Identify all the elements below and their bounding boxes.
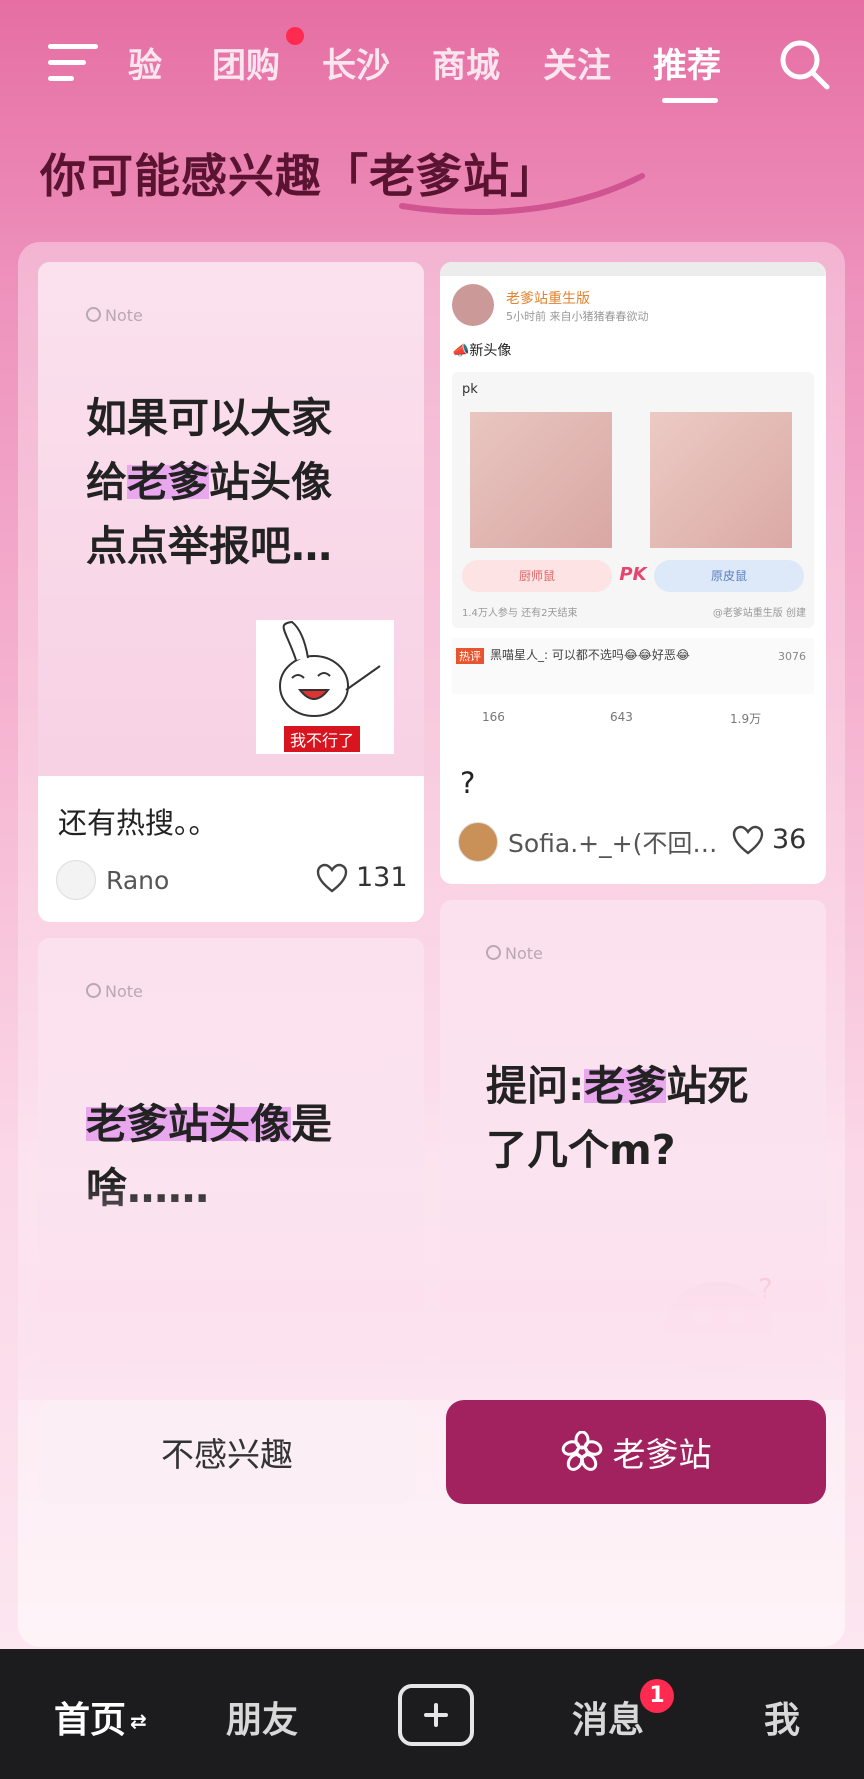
highlight-text: 老爹 [127,458,209,506]
like-button[interactable]: 131 [316,862,408,893]
heart-icon [316,863,348,893]
create-post-button[interactable] [398,1684,474,1746]
tab-partial[interactable]: 验 [128,38,162,87]
like-count: 131 [356,862,408,893]
vote-image-left [470,412,612,548]
topic-label: 老爹站 [612,1435,712,1474]
author-name: Rano [106,865,170,895]
nav-home[interactable]: 首页 ⇄ [54,1691,147,1743]
bottom-nav: 首页 ⇄ 朋友 消息 1 我 [0,1649,864,1779]
card-title: 还有热搜。。 [58,806,218,840]
nav-messages[interactable]: 消息 [572,1691,644,1743]
message-badge: 1 [640,1679,674,1713]
heart-icon [732,825,764,855]
like-button[interactable]: 36 [732,824,806,855]
search-icon[interactable] [776,36,832,92]
pk-label: PK [619,564,647,585]
author-row[interactable]: Sofia.+_+(不回… [458,822,717,862]
active-tab-indicator [662,98,718,103]
vote-image-right [650,412,792,548]
avatar [452,284,494,326]
vote-option-right: 原皮鼠 [654,560,804,592]
hot-comment-text: 黑喵星人_: 可以都不选吗😂😂好恶😂 [490,648,690,662]
sticker-image: 我不行了 [256,620,394,754]
card-title: ? [460,766,476,800]
weibo-like-count: 1.9万 [730,712,762,726]
highlight-text: 老爹站头像 [86,1100,291,1148]
weibo-screenshot: 老爹站重生版 5小时前 来自小猪猪春春欲动 📣新头像 pk 厨师鼠 PK 原皮鼠… [440,262,826,742]
switch-arrows-icon: ⇄ [130,1709,147,1733]
flower-icon [561,1431,602,1471]
heading-underline-decoration [399,173,645,216]
hot-tag: 热评 [456,648,484,664]
tab-recommend[interactable]: 推荐 [653,38,721,87]
note-card[interactable]: Note 如果可以大家 给老爹站头像 点点举报吧… 我不行了 还有热搜。。 Ra… [38,262,424,922]
tab-following[interactable]: 关注 [543,38,611,87]
note-card[interactable]: 老爹站重生版 5小时前 来自小猪猪春春欲动 📣新头像 pk 厨师鼠 PK 原皮鼠… [440,262,826,884]
tab-changsha[interactable]: 长沙 [322,38,390,87]
vote-creator: @老爹站重生版 创建 [712,608,806,619]
note-text: 提问:老爹站死 了几个m? [486,1062,749,1174]
nav-me[interactable]: 我 [764,1691,800,1743]
note-cover: Note 如果可以大家 给老爹站头像 点点举报吧… 我不行了 [38,262,424,776]
topic-button[interactable]: 老爹站 [446,1400,826,1504]
post-text: 📣新头像 [452,343,512,359]
comment-count: 643 [610,710,633,724]
not-interested-button[interactable]: 不感兴趣 [38,1400,416,1504]
laughing-bunny-icon [279,620,381,717]
avatar[interactable] [458,822,498,862]
tab-group-buy[interactable]: 团购 [212,38,280,87]
note-tag: Note [86,306,143,325]
vote-label: pk [462,382,478,397]
post-meta: 5小时前 来自小猪猪春春欲动 [506,310,649,323]
vote-box: pk 厨师鼠 PK 原皮鼠 1.4万人参与 还有2天结束 @老爹站重生版 创建 [452,372,814,628]
top-nav: 验 团购 长沙 商城 关注 推荐 [0,0,864,120]
nav-friends[interactable]: 朋友 [226,1691,298,1743]
hot-comment: 热评 黑喵星人_: 可以都不选吗😂😂好恶😂 3076 [452,638,814,694]
repost-count: 166 [482,710,505,724]
vote-stats: 1.4万人参与 还有2天结束 [462,608,578,619]
note-tag: Note [86,982,143,1001]
like-count: 36 [772,824,807,855]
sticker-caption: 我不行了 [284,726,361,752]
fade-overlay [18,1180,845,1400]
menu-icon[interactable] [48,42,100,82]
hot-comment-likes: 3076 [778,650,806,663]
vote-option-left: 厨师鼠 [462,560,612,592]
avatar[interactable] [56,860,96,900]
notification-dot [286,27,304,45]
highlight-text: 老爹 [584,1062,667,1110]
author-name: Sofia.+_+(不回… [508,829,718,858]
not-interested-label: 不感兴趣 [161,1435,293,1474]
note-text: 如果可以大家 给老爹站头像 点点举报吧… [86,394,332,570]
account-name: 老爹站重生版 [506,291,590,307]
tab-mall[interactable]: 商城 [432,38,500,87]
author-row[interactable]: Rano [56,860,169,900]
nav-home-label: 首页 [54,1700,127,1741]
note-tag: Note [486,944,543,963]
